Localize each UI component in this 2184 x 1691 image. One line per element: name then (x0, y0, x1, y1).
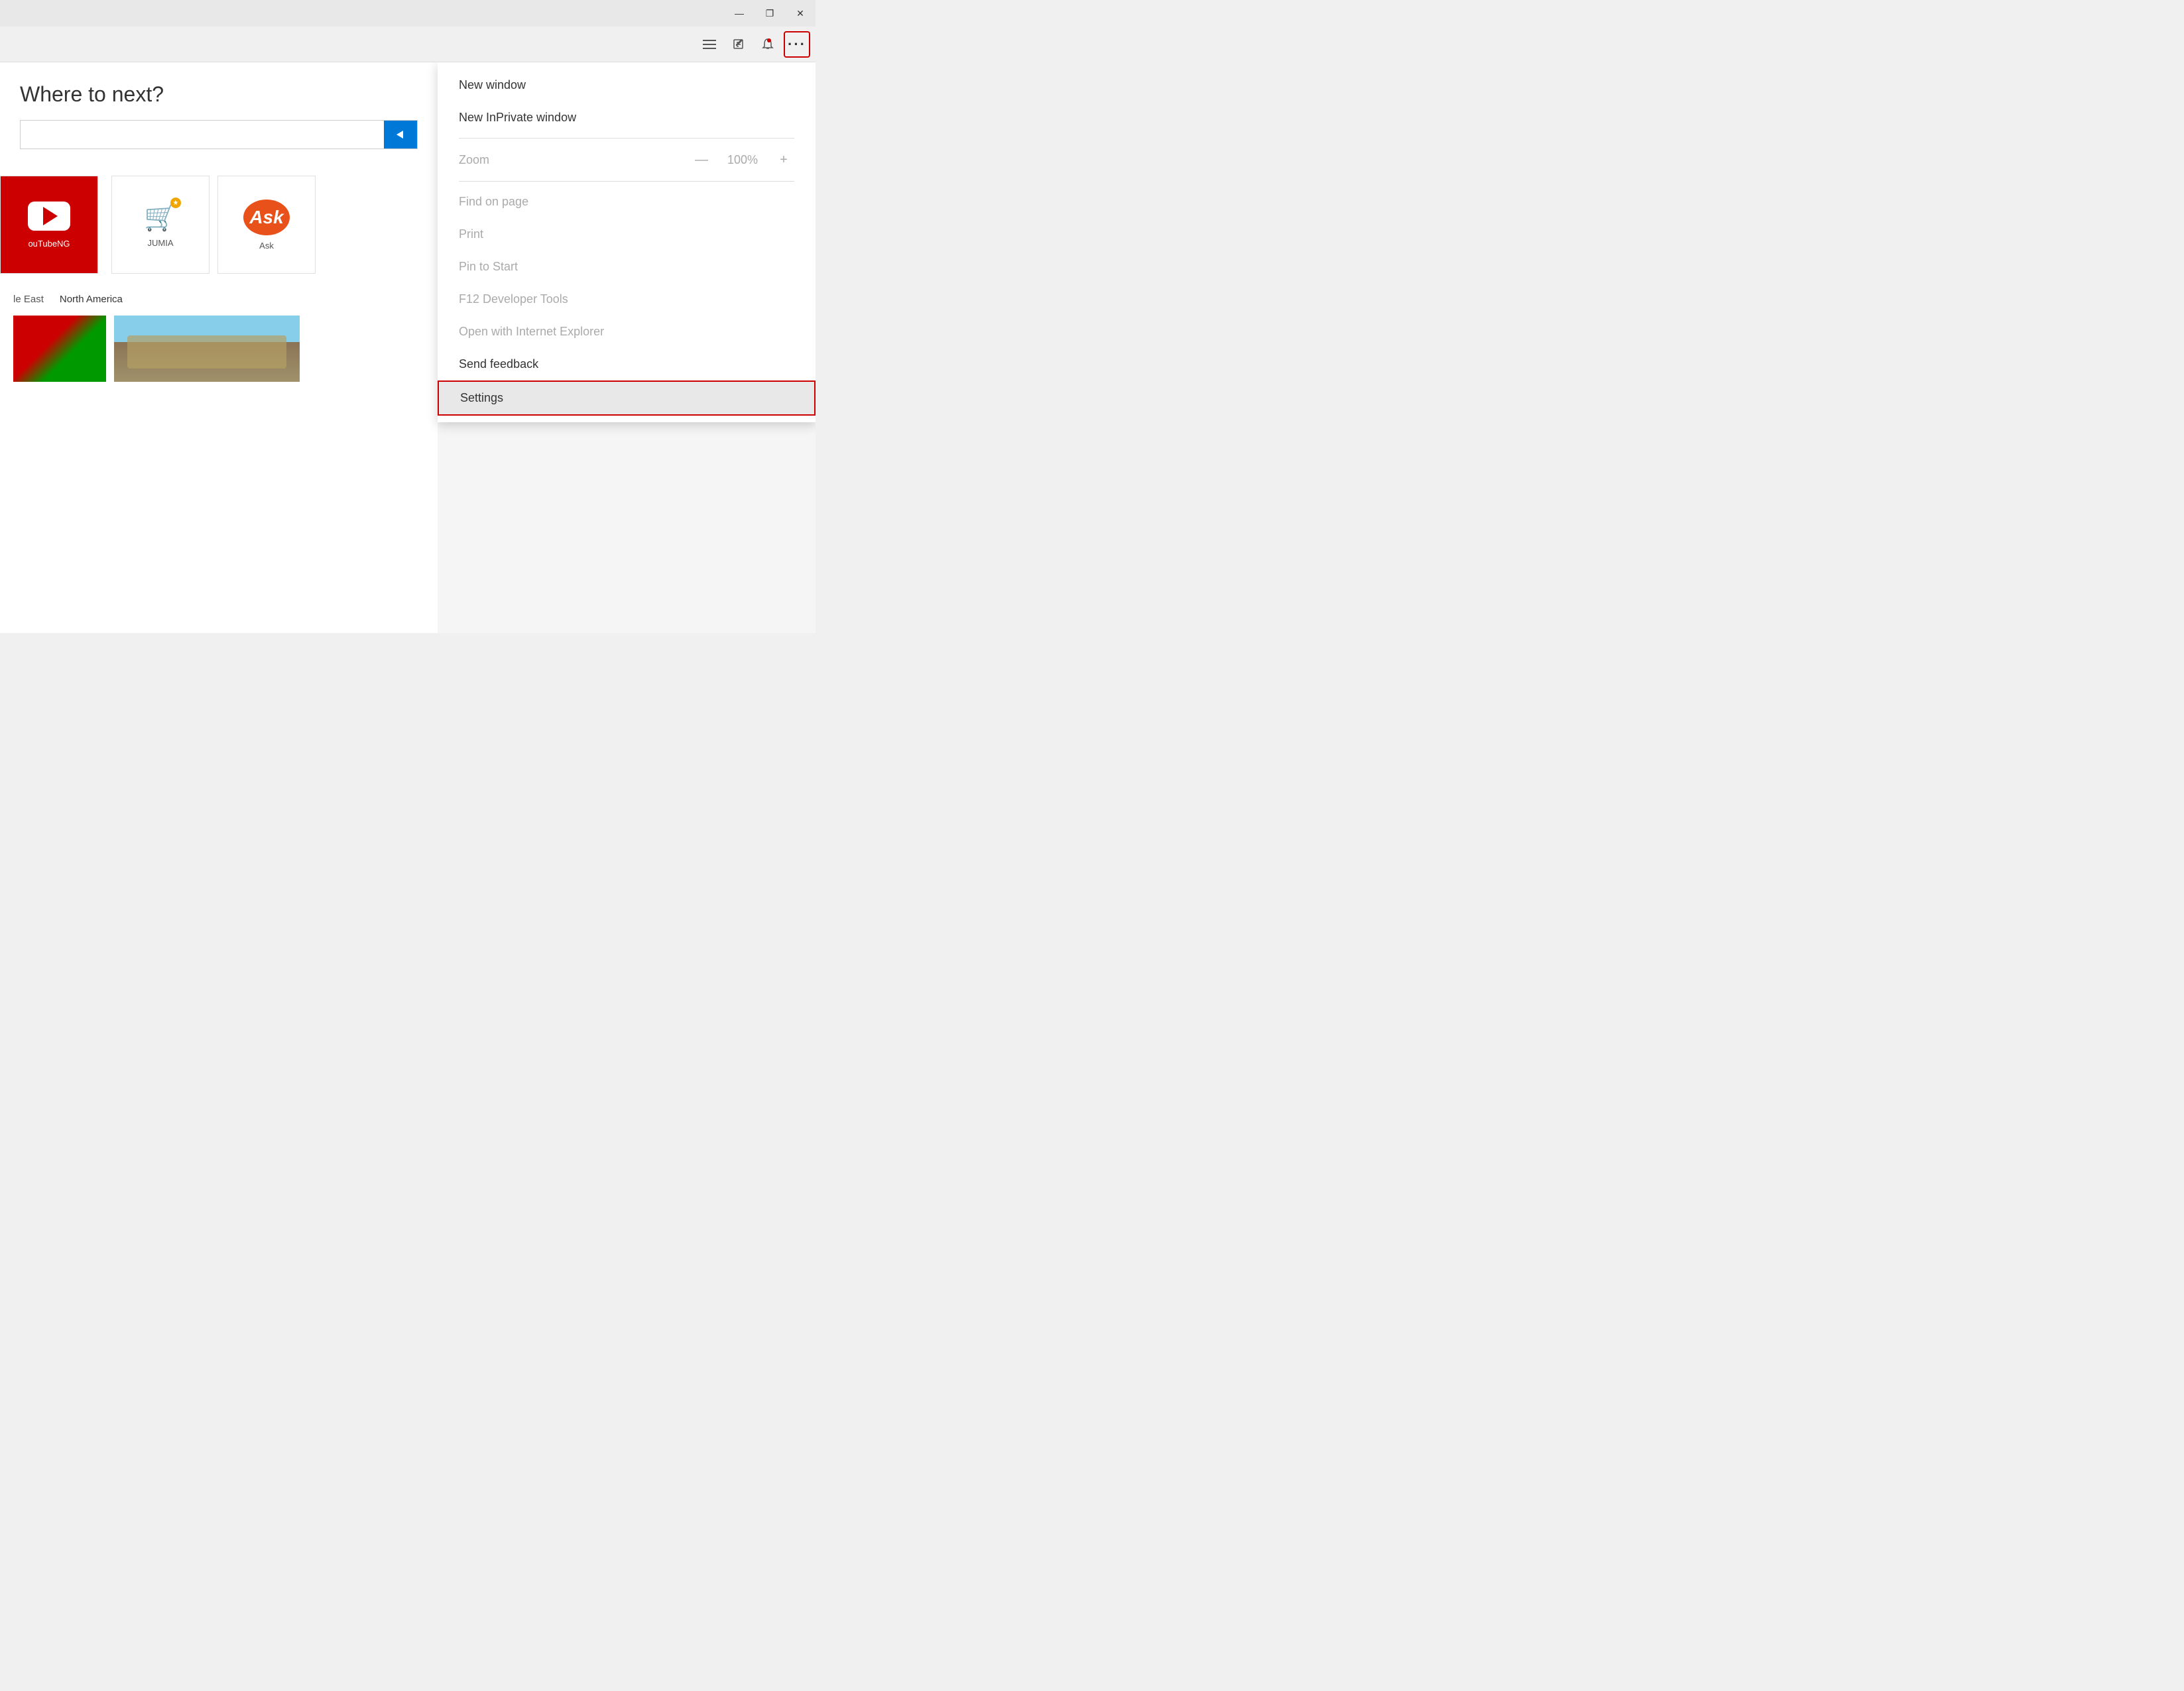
close-button[interactable]: ✕ (785, 0, 816, 27)
page-content: Where to next? ouTubeNG (0, 62, 438, 633)
ask-logo-icon: Ask (243, 200, 290, 235)
page-header: Where to next? (0, 62, 438, 162)
menu-item-print[interactable]: Print (438, 218, 816, 251)
menu-item-find-on-page[interactable]: Find on page (438, 186, 816, 218)
search-button[interactable] (384, 121, 417, 148)
main-content: Where to next? ouTubeNG (0, 62, 816, 633)
youtube-play-icon (28, 202, 70, 231)
edit-icon (732, 38, 745, 51)
page-title: Where to next? (20, 82, 418, 107)
tile-jumia[interactable]: 🛒 ★ JUMIA (111, 176, 210, 274)
tab-north-america[interactable]: North America (60, 294, 123, 305)
tiles-section: ouTubeNG 🛒 ★ JUMIA Ask Ask (0, 162, 438, 287)
minimize-button[interactable]: — (724, 0, 755, 27)
menu-item-new-window[interactable]: New window (438, 69, 816, 101)
search-arrow-icon (394, 128, 407, 141)
menu-item-open-ie[interactable]: Open with Internet Explorer (438, 316, 816, 348)
tab-middle-east[interactable]: le East (13, 294, 44, 305)
menu-divider-1 (459, 138, 794, 139)
hamburger-icon (703, 40, 716, 49)
news-tabs: le East North America (13, 294, 424, 305)
notifications-button[interactable] (755, 31, 781, 58)
news-images (13, 316, 424, 382)
tile-youtube[interactable]: ouTubeNG (0, 176, 98, 274)
zoom-increase-button[interactable]: + (773, 149, 794, 170)
zoom-row: Zoom — 100% + (438, 143, 816, 177)
dropdown-menu: New window New InPrivate window Zoom — 1… (438, 62, 816, 422)
search-bar (20, 120, 418, 149)
more-options-button[interactable]: ··· (784, 31, 810, 58)
menu-item-f12-dev-tools[interactable]: F12 Developer Tools (438, 283, 816, 316)
tile-youtube-label: ouTubeNG (28, 239, 70, 249)
zoom-decrease-button[interactable]: — (691, 149, 712, 170)
zoom-label: Zoom (459, 153, 680, 167)
news-image-flags[interactable] (13, 316, 106, 382)
search-input[interactable] (21, 121, 384, 148)
browser-toolbar: ··· (0, 27, 816, 62)
tile-ask[interactable]: Ask Ask (217, 176, 316, 274)
news-image-crash[interactable] (114, 316, 300, 382)
cart-star-icon: ★ (170, 198, 181, 208)
menu-item-settings[interactable]: Settings (438, 380, 816, 416)
restore-button[interactable]: ❐ (755, 0, 785, 27)
more-dots-icon: ··· (788, 36, 806, 53)
hamburger-menu-button[interactable] (696, 31, 723, 58)
title-bar: — ❐ ✕ (0, 0, 816, 27)
zoom-value: 100% (723, 153, 762, 167)
news-section: le East North America (0, 287, 438, 388)
tile-jumia-label: JUMIA (148, 238, 174, 248)
tile-ask-label: Ask (259, 241, 274, 251)
menu-item-send-feedback[interactable]: Send feedback (438, 348, 816, 380)
edit-button[interactable] (725, 31, 752, 58)
menu-item-pin-to-start[interactable]: Pin to Start (438, 251, 816, 283)
jumia-cart-icon: 🛒 ★ (144, 202, 177, 233)
bell-icon (760, 37, 775, 52)
play-triangle (43, 207, 58, 225)
menu-divider-2 (459, 181, 794, 182)
menu-item-new-inprivate[interactable]: New InPrivate window (438, 101, 816, 134)
